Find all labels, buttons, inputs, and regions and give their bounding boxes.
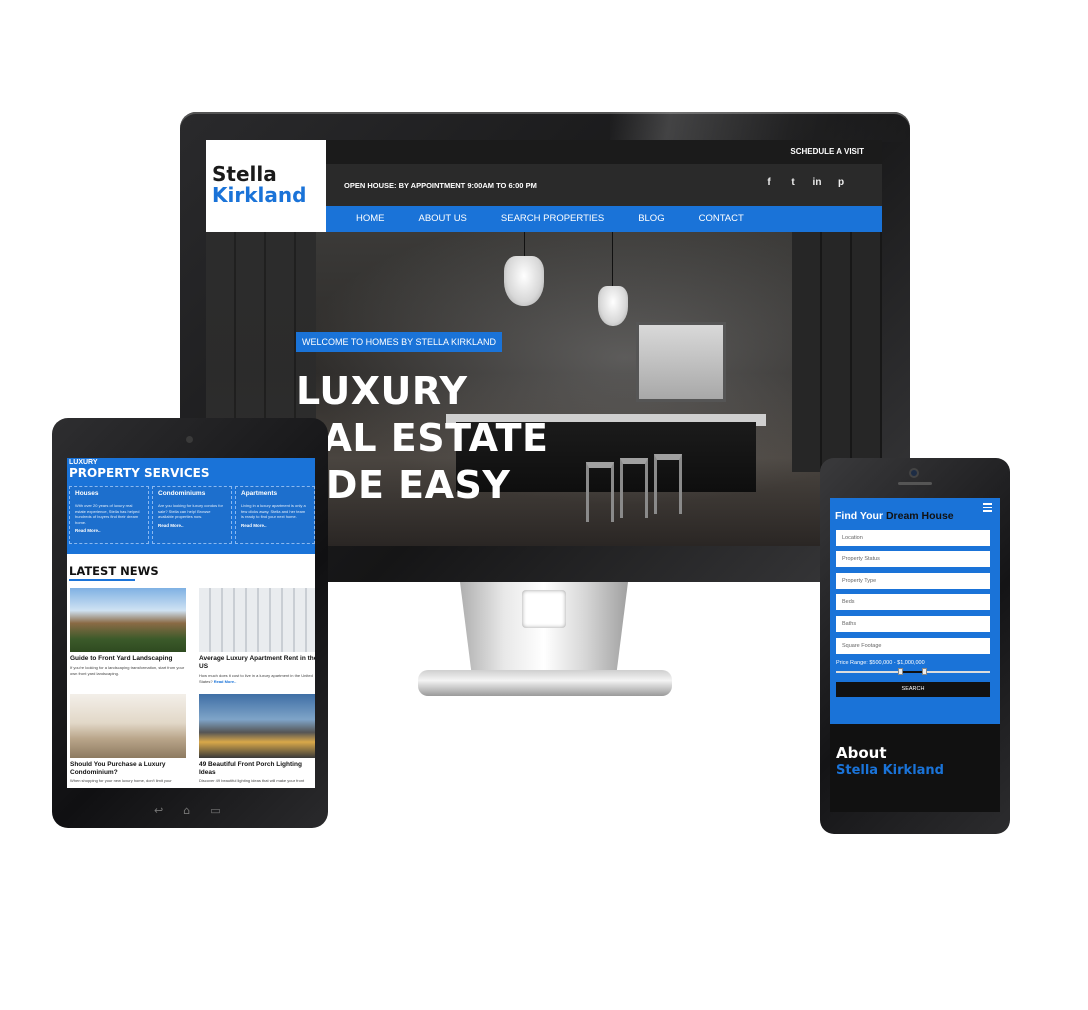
location-field[interactable]: Location (836, 530, 990, 546)
search-button[interactable]: SEARCH (836, 682, 990, 697)
monitor-base (418, 670, 672, 696)
service-card-houses[interactable]: Houses With over 20 years of luxury real… (69, 486, 149, 544)
schedule-visit-link[interactable]: SCHEDULE A VISIT (790, 147, 864, 156)
welcome-badge: WELCOME TO HOMES BY STELLA KIRKLAND (296, 332, 503, 352)
phone-camera (909, 468, 919, 478)
price-range-label: Price Range: $500,000 - $1,000,000 (836, 660, 925, 666)
twitter-icon[interactable]: t (788, 177, 798, 188)
nav-blog[interactable]: BLOG (638, 206, 664, 232)
news-thumb-landscaping[interactable] (70, 588, 186, 652)
property-services: LUXURY PROPERTY SERVICES Houses With ove… (67, 458, 315, 554)
site-logo[interactable]: Stella Kirkland (206, 140, 326, 232)
phone-device: Find Your Dream House Location Property … (820, 458, 1010, 834)
service-card-condominiums[interactable]: Condominiums Are you looking for luxury … (152, 486, 232, 544)
property-status-field[interactable]: Property Status (836, 551, 990, 567)
nav-contact[interactable]: CONTACT (699, 206, 744, 232)
nav-home[interactable]: HOME (356, 206, 385, 232)
news-thumb-porch-lighting[interactable] (199, 694, 315, 758)
news-title-3[interactable]: Should You Purchase a Luxury Condominium… (70, 761, 190, 777)
linkedin-icon[interactable]: in (812, 177, 822, 188)
price-range-slider[interactable] (836, 668, 990, 675)
logo-line-1: Stella (212, 162, 277, 186)
news-title-1[interactable]: Guide to Front Yard Landscaping (70, 655, 190, 663)
hamburger-menu-icon[interactable] (983, 503, 992, 514)
info-bar: OPEN HOUSE: BY APPOINTMENT 9:00AM TO 6:0… (326, 164, 882, 206)
services-title: PROPERTY SERVICES (69, 466, 210, 480)
hero-headline: LUXURY EAL ESTATE ADE EASY (296, 369, 549, 507)
slider-min-handle[interactable] (897, 668, 903, 675)
tablet-screen: LUXURY PROPERTY SERVICES Houses With ove… (67, 458, 315, 788)
news-thumb-condominium[interactable] (70, 694, 186, 758)
tablet-camera (186, 436, 193, 443)
about-section: About Stella Kirkland (830, 724, 1000, 812)
service-card-apartments[interactable]: Apartments Living in a luxury apartment … (235, 486, 315, 544)
news-thumb-apartment[interactable] (199, 588, 315, 652)
latest-news-title: LATEST NEWS (69, 564, 159, 578)
pendant-light-image (504, 256, 544, 306)
nav-about-us[interactable]: ABOUT US (419, 206, 467, 232)
tablet-device: LUXURY PROPERTY SERVICES Houses With ove… (52, 418, 328, 828)
social-links: f t in p (764, 177, 846, 188)
news-title-4[interactable]: 49 Beautiful Front Porch Lighting Ideas (199, 761, 315, 777)
device-mockup-stage: Stella Kirkland SCHEDULE A VISIT OPEN HO… (0, 0, 1088, 1010)
open-house-text: OPEN HOUSE: BY APPOINTMENT 9:00AM TO 6:0… (344, 181, 537, 190)
logo-line-2: Kirkland (212, 183, 307, 207)
property-type-field[interactable]: Property Type (836, 573, 990, 589)
nav-search-properties[interactable]: SEARCH PROPERTIES (501, 206, 604, 232)
phone-screen: Find Your Dream House Location Property … (830, 498, 1000, 812)
tablet-nav-buttons: ↩ ⌂ ▭ (154, 804, 221, 817)
slider-max-handle[interactable] (922, 668, 928, 675)
square-footage-field[interactable]: Square Footage (836, 638, 990, 654)
baths-field[interactable]: Baths (836, 616, 990, 632)
facebook-icon[interactable]: f (764, 177, 774, 188)
home-icon[interactable]: ⌂ (183, 804, 190, 817)
top-strip: SCHEDULE A VISIT (326, 140, 882, 164)
recent-apps-icon[interactable]: ▭ (210, 804, 220, 817)
find-dream-house-title: Find Your Dream House (835, 510, 954, 522)
news-title-2[interactable]: Average Luxury Apartment Rent in the US (199, 655, 315, 671)
back-icon[interactable]: ↩ (154, 804, 163, 817)
phone-speaker (898, 482, 932, 485)
beds-field[interactable]: Beds (836, 594, 990, 610)
main-nav: HOME ABOUT US SEARCH PROPERTIES BLOG CON… (326, 206, 882, 232)
pinterest-icon[interactable]: p (836, 177, 846, 188)
